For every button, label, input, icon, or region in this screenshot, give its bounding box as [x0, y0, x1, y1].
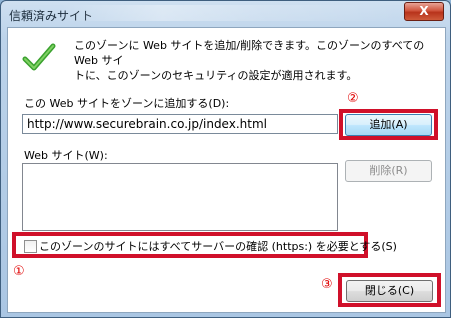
add-button[interactable]: 追加(A)	[345, 114, 432, 136]
require-https-label[interactable]: このゾーンのサイトにはすべてサーバーの確認 (https:) を必要とする(S)	[39, 238, 397, 254]
trusted-sites-dialog: 信頼済みサイト X このゾーンに Web サイトを追加/削除できます。このゾーン…	[0, 0, 451, 318]
window-close-button[interactable]: X	[404, 2, 444, 21]
add-site-label: この Web サイトをゾーンに追加する(D):	[24, 97, 230, 110]
website-list[interactable]	[22, 163, 338, 231]
title-bar: 信頼済みサイト X	[1, 1, 450, 27]
description-line-2: トに、このゾーンのセキュリティの設定が適用されます。	[74, 69, 358, 82]
checkmark-icon	[22, 43, 56, 71]
dialog-content: このゾーンに Web サイトを追加/削除できます。このゾーンのすべての Web …	[7, 27, 446, 313]
marker-2: ②	[347, 91, 359, 106]
zone-description: このゾーンに Web サイトを追加/削除できます。このゾーンのすべての Web …	[74, 38, 434, 83]
require-https-checkbox[interactable]	[24, 240, 37, 253]
marker-1: ①	[13, 264, 25, 279]
description-line-1: このゾーンに Web サイトを追加/削除できます。このゾーンのすべての Web …	[74, 39, 425, 67]
title-bar-background	[61, 5, 400, 21]
close-button[interactable]: 閉じる(C)	[346, 280, 433, 302]
url-input[interactable]	[22, 114, 338, 134]
websites-label: Web サイト(W):	[24, 149, 108, 162]
marker-3: ③	[321, 277, 333, 292]
remove-button[interactable]: 削除(R)	[345, 160, 432, 182]
